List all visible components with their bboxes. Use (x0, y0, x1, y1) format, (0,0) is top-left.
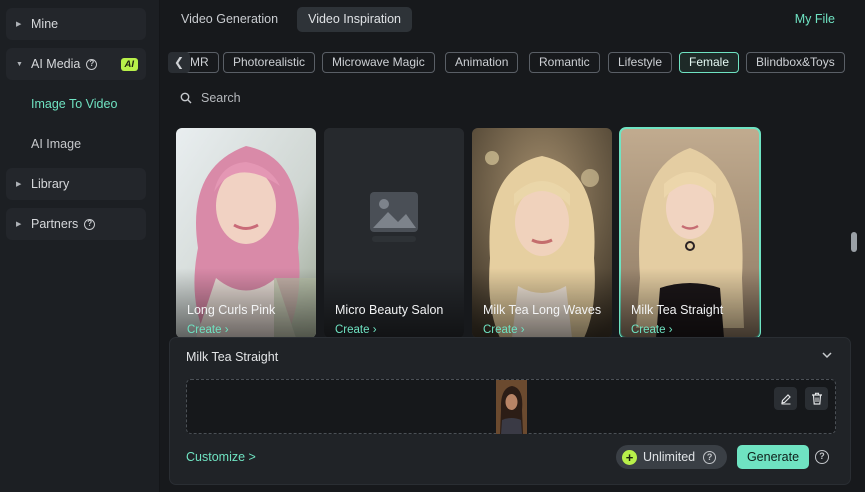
help-icon[interactable]: ? (86, 58, 98, 70)
sidebar-item-label: AI Media (31, 57, 81, 71)
sidebar-item-label: Mine (31, 17, 59, 31)
sidebar-item-mine[interactable]: ▶ Mine (6, 8, 146, 40)
template-card[interactable]: Long Curls Pink Create › (176, 128, 316, 338)
template-card-selected[interactable]: Milk Tea Straight Create › (619, 127, 761, 339)
chip-animation[interactable]: Animation (445, 52, 519, 73)
trash-icon (811, 392, 822, 405)
card-create-link[interactable]: Create › (187, 324, 229, 336)
filter-chips: MR Photorealistic Microwave Magic Animat… (168, 52, 850, 74)
chip-female[interactable]: Female (679, 52, 740, 73)
tab-video-generation[interactable]: Video Generation (170, 7, 289, 32)
card-title: Milk Tea Long Waves (483, 303, 602, 317)
help-icon[interactable]: ? (84, 218, 96, 230)
sidebar-item-partners[interactable]: ▶ Partners ? (6, 208, 146, 240)
caret-right-icon: ▶ (16, 181, 22, 188)
top-tabs: Video Generation Video Inspiration (170, 7, 412, 33)
template-card[interactable]: Milk Tea Long Waves Create › (472, 128, 612, 338)
caret-right-icon: ▶ (16, 221, 22, 228)
delete-button[interactable] (805, 387, 828, 410)
credits-pill[interactable]: + Unlimited ? (616, 445, 727, 469)
image-upload-area[interactable] (186, 379, 836, 434)
credits-label: Unlimited (643, 450, 696, 464)
help-icon[interactable]: ? (815, 450, 829, 464)
customize-link[interactable]: Customize > (186, 450, 256, 464)
sidebar-item-ai-image[interactable]: AI Image (31, 137, 81, 151)
caret-right-icon: ▶ (16, 21, 22, 28)
generate-button[interactable]: Generate (737, 445, 809, 469)
uploaded-image-thumbnail (496, 380, 527, 434)
chip-photorealistic[interactable]: Photorealistic (223, 52, 316, 73)
tab-video-inspiration[interactable]: Video Inspiration (297, 7, 412, 32)
pencil-icon (780, 393, 791, 404)
search-bar[interactable]: Search (180, 91, 241, 105)
ai-badge: AI (120, 57, 138, 71)
sidebar-item-label: Partners (31, 217, 79, 231)
card-create-link[interactable]: Create › (483, 324, 525, 336)
card-create-link[interactable]: Create › (631, 324, 673, 336)
card-title: Long Curls Pink (187, 303, 276, 317)
card-title: Micro Beauty Salon (335, 303, 444, 317)
chip-microwave-magic[interactable]: Microwave Magic (322, 52, 435, 73)
caret-down-icon: ▼ (16, 60, 23, 68)
sidebar: ▶ Mine ▼ AI Media ? AI Image To Video AI… (0, 0, 160, 492)
generation-panel: Milk Tea Straight Customize > + Unlimite… (169, 337, 851, 485)
help-icon[interactable]: ? (703, 450, 717, 464)
search-input[interactable]: Search (201, 91, 241, 105)
chip-romantic[interactable]: Romantic (529, 52, 600, 73)
chip-lifestyle[interactable]: Lifestyle (608, 52, 673, 73)
sidebar-item-library[interactable]: ▶ Library (6, 168, 146, 200)
sidebar-item-label: Library (31, 177, 70, 191)
search-icon (180, 92, 192, 104)
sidebar-item-image-to-video[interactable]: Image To Video (31, 97, 117, 111)
card-create-link[interactable]: Create › (335, 324, 377, 336)
chip-blindbox-toys[interactable]: Blindbox&Toys (746, 52, 845, 73)
panel-title: Milk Tea Straight (186, 350, 279, 364)
plus-icon: + (622, 449, 637, 465)
scrollbar-thumb[interactable] (851, 232, 857, 252)
edit-button[interactable] (774, 387, 797, 410)
chevron-left-icon[interactable]: ❮ (168, 52, 190, 73)
chevron-down-icon[interactable] (822, 351, 832, 359)
template-card[interactable]: Micro Beauty Salon Create › (324, 128, 464, 338)
sidebar-item-ai-media[interactable]: ▼ AI Media ? AI (6, 48, 146, 80)
my-file-link[interactable]: My File (795, 12, 835, 26)
card-title: Milk Tea Straight (631, 303, 724, 317)
